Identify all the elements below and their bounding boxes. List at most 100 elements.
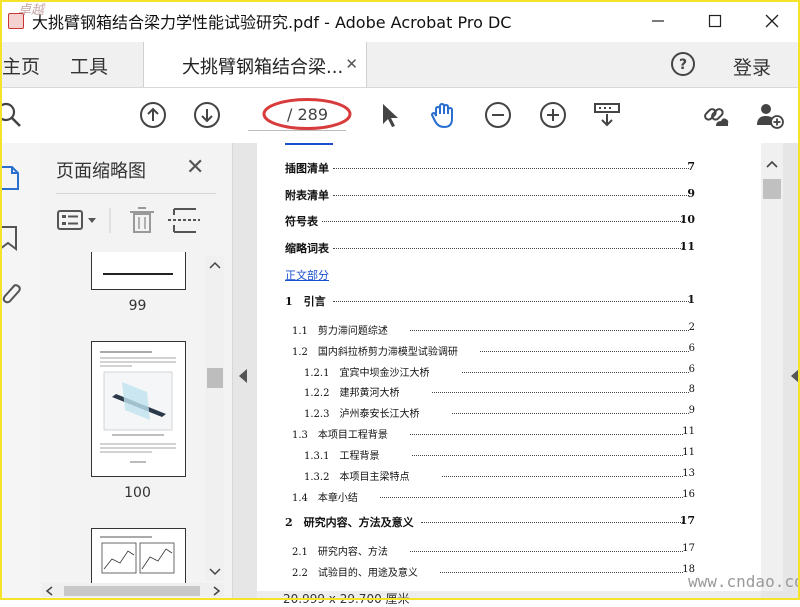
toc-page-number: 2: [688, 322, 695, 333]
toc-row[interactable]: 1.2.2 建邦黄河大桥 8: [257, 384, 761, 400]
toc-leader-dots: [442, 468, 683, 477]
page-display-icon[interactable]: [592, 100, 622, 130]
window-title: 大挑臂钢箱结合梁力学性能试验研究.pdf - Adobe Acrobat Pro…: [32, 13, 512, 32]
toc-entry-title: 符号表: [285, 215, 318, 228]
panel-title: 页面缩略图: [56, 161, 146, 182]
minimize-icon: [651, 20, 664, 22]
toc-row[interactable]: 1 引言 1: [257, 293, 761, 309]
toc-entry-title: 1.4 本章小结: [292, 493, 358, 504]
toc-row[interactable]: 插图清单 7: [257, 160, 761, 176]
minimize-button[interactable]: [629, 0, 686, 42]
toc-leader-dots: [380, 489, 683, 498]
share-link-icon[interactable]: [700, 100, 730, 130]
collapse-panel-arrow-icon[interactable]: [239, 369, 249, 383]
toc-page-number: 9: [687, 187, 695, 200]
thumbnail-page-99[interactable]: [91, 252, 186, 290]
toc-page-number: 11: [679, 240, 695, 253]
extract-pages-icon[interactable]: [168, 208, 200, 233]
toc-entry-title: 正文部分: [285, 269, 329, 282]
toc-row[interactable]: 1.4 本章小结 16: [257, 489, 761, 505]
document-scrollbar[interactable]: [761, 143, 783, 591]
title-bar: 卓越 大挑臂钢箱结合梁力学性能试验研究.pdf - Adobe Acrobat …: [0, 0, 800, 42]
toc-leader-dots: [322, 213, 683, 222]
close-window-button[interactable]: [743, 0, 800, 42]
toc-entry-title: 1.3.2 本项目主梁特点: [304, 472, 410, 483]
toc-row[interactable]: 2.1 研究内容、方法 17: [257, 543, 761, 559]
toc-leader-dots: [410, 426, 683, 435]
toc-row[interactable]: 2 研究内容、方法及意义 17: [257, 514, 761, 530]
toc-page-number: 11: [682, 447, 695, 458]
toc-row[interactable]: 缩略词表 11: [257, 240, 761, 256]
login-button[interactable]: 登录: [733, 53, 771, 80]
toc-entry-title: 缩略词表: [285, 242, 329, 255]
link-underline-fragment: [285, 143, 333, 145]
panel-close-button[interactable]: ✕: [186, 155, 204, 180]
close-tab-button[interactable]: ✕: [345, 55, 358, 73]
page-thumbnails-icon[interactable]: [0, 165, 22, 191]
help-icon[interactable]: ?: [669, 50, 697, 78]
hand-tool-icon[interactable]: [428, 100, 458, 130]
toc-entry-title: 1.2.2 建邦黄河大桥: [304, 388, 400, 399]
toc-row[interactable]: 1.2 国内斜拉桥剪力滞模型试验调研 6: [257, 343, 761, 359]
toc-row[interactable]: 附表清单 9: [257, 187, 761, 203]
tab-document[interactable]: 大挑臂钢箱结合梁... ✕: [143, 42, 367, 87]
panel-toolbar: [57, 207, 200, 233]
toc-page-number: 13: [682, 468, 695, 479]
toc-page-number: 11: [682, 426, 695, 437]
toc-entry-title: 2.2 试验目的、用途及意义: [292, 568, 418, 579]
toc-leader-dots: [480, 343, 689, 352]
thumbnail-scrollbar-graphic: [207, 261, 223, 576]
toc-page-number: 7: [687, 160, 695, 173]
toc-row[interactable]: 1.2.3 泸州泰安长江大桥 9: [257, 405, 761, 421]
tab-home[interactable]: 主页: [2, 52, 40, 79]
toc-leader-dots: [462, 364, 689, 373]
highlight-ellipse: [262, 98, 352, 130]
thumbnail-horizontal-scrollbar[interactable]: [42, 583, 224, 597]
toc-entry-title: 1.3.1 工程背景: [304, 451, 380, 462]
zoom-in-icon[interactable]: [538, 100, 568, 130]
zoom-out-icon[interactable]: [483, 100, 513, 130]
toc-leader-dots: [452, 405, 689, 414]
attachments-icon[interactable]: [0, 279, 22, 305]
previous-page-icon[interactable]: [138, 100, 168, 130]
window-controls: [629, 0, 800, 42]
toc-page-number: 6: [688, 343, 695, 354]
toc-leader-dots: [333, 293, 689, 302]
delete-page-icon[interactable]: [130, 207, 154, 233]
toc-row[interactable]: 1.3.2 本项目主梁特点 13: [257, 468, 761, 484]
search-icon[interactable]: [0, 100, 24, 130]
expand-right-pane-arrow-icon[interactable]: [789, 369, 799, 383]
toc-leader-dots: [440, 564, 683, 573]
maximize-button[interactable]: [686, 0, 743, 42]
add-user-icon[interactable]: [754, 100, 784, 130]
toc-row[interactable]: 1.2.1 宜宾中坝金沙江大桥 6: [257, 364, 761, 380]
main-toolbar: / 289: [0, 88, 800, 144]
thumbnail-page-101[interactable]: [91, 528, 186, 585]
toc-page-number: 16: [682, 489, 695, 500]
toc-entry-title: 2.1 研究内容、方法: [292, 547, 388, 558]
toc-row[interactable]: 1.3.1 工程背景 11: [257, 447, 761, 463]
select-cursor-icon[interactable]: [374, 100, 404, 130]
document-scrollbar-graphic: [763, 160, 781, 199]
thumbnail-options-icon[interactable]: [57, 210, 96, 230]
toc-entry-title: 1 引言: [285, 295, 326, 308]
document-tab-label: 大挑臂钢箱结合梁...: [182, 57, 344, 78]
next-page-icon[interactable]: [192, 100, 222, 130]
toc-row[interactable]: 1.3 本项目工程背景 11: [257, 426, 761, 442]
toc-page-number: 6: [688, 364, 695, 375]
toc-entry-title: 1.2.1 宜宾中坝金沙江大桥: [304, 368, 430, 379]
toc-row[interactable]: 符号表 10: [257, 213, 761, 229]
toc-row[interactable]: 正文部分: [257, 267, 761, 283]
bookmarks-icon[interactable]: [0, 225, 22, 251]
thumbnail-page-100-content: [100, 351, 176, 463]
toc-row[interactable]: 1.1 剪力滞问题综述 2: [257, 322, 761, 338]
toc-leader-dots: [421, 514, 683, 523]
pdf-page[interactable]: 插图清单 7 附表清单 9 符号表 10 缩略词表 11 正文部分 1 引言 1 1.1 剪力滞问题综…: [257, 143, 761, 591]
tab-tools[interactable]: 工具: [70, 52, 108, 79]
toc-page-number: 10: [679, 213, 695, 226]
thumbnail-scrollbar[interactable]: [206, 256, 224, 581]
thumbnail-page-100[interactable]: [91, 341, 186, 477]
thumbnail-page-101-content: [100, 536, 175, 574]
toc-row[interactable]: 2.2 试验目的、用途及意义 18: [257, 564, 761, 580]
thumbnail-list: 99 100: [40, 252, 206, 585]
